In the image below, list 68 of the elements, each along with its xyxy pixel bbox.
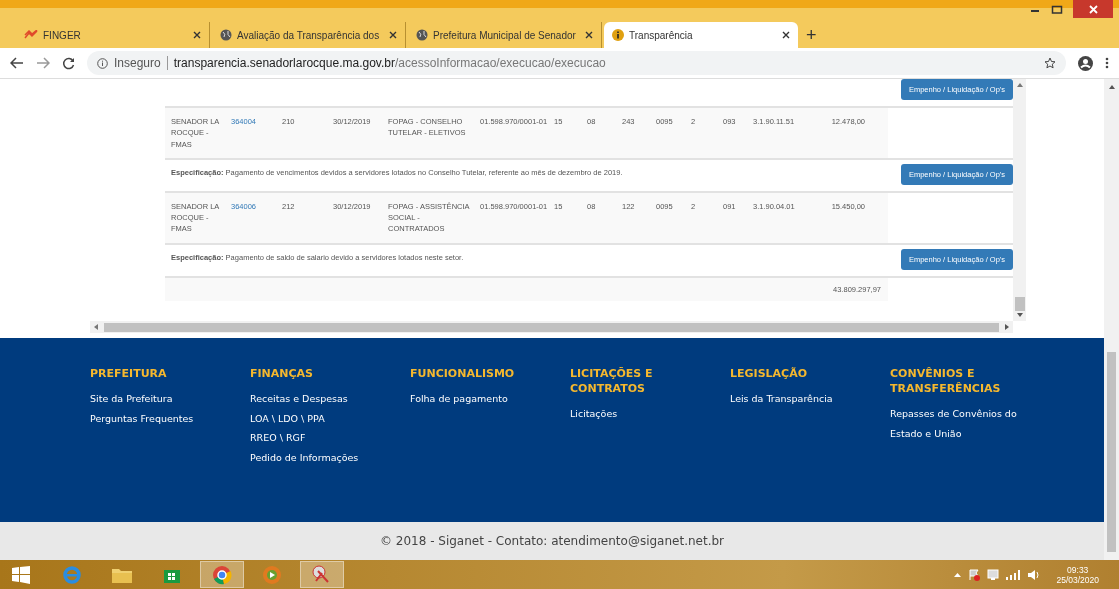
footer-link[interactable]: Licitações [570, 404, 710, 424]
footer-link[interactable]: RREO \ RGF [250, 428, 390, 448]
footer-heading: PREFEITURA [90, 366, 168, 381]
close-icon[interactable] [389, 31, 397, 39]
footer-link[interactable]: Repasses de Convênios do Estado e União [890, 404, 1030, 443]
security-label: Inseguro [114, 56, 168, 70]
close-icon[interactable] [782, 31, 790, 39]
url-text: transparencia.senadorlarocque.ma.gov.br/acessoInformacao/execucao/execucao [173, 56, 606, 70]
footer-heading: LEGISLAÇÃO [730, 366, 809, 381]
clock-date: 25/03/2020 [1056, 574, 1099, 585]
footer-heading: FINANÇAS [250, 366, 315, 381]
scissors-icon [312, 564, 332, 585]
info-icon [97, 57, 108, 69]
forward-icon[interactable] [36, 57, 50, 69]
flag-icon[interactable] [968, 568, 981, 581]
windows-start-icon[interactable] [12, 565, 30, 584]
browser-tab[interactable]: Avaliação da Transparência dos [212, 22, 406, 48]
zigzag-logo-icon [24, 30, 38, 40]
scrollbar-thumb[interactable] [1014, 297, 1025, 311]
network-icon[interactable] [987, 568, 1000, 581]
arrow-up-icon[interactable] [1108, 85, 1115, 89]
reload-icon[interactable] [62, 56, 75, 70]
arrow-left-icon[interactable] [94, 324, 98, 330]
footer-link[interactable]: LOA \ LDO \ PPA [250, 408, 390, 428]
new-tab-button[interactable]: + [800, 22, 823, 48]
close-icon [1088, 4, 1098, 14]
browser-tab[interactable]: Prefeitura Municipal de Senador [408, 22, 602, 48]
browser-tab[interactable]: Transparência [604, 22, 798, 48]
arrow-right-icon[interactable] [1005, 324, 1009, 330]
arrow-up-icon[interactable] [1016, 83, 1023, 87]
footer-link[interactable]: Receitas e Despesas [250, 389, 390, 409]
close-icon[interactable] [193, 31, 201, 39]
signal-icon[interactable] [1006, 569, 1021, 580]
play-disc-icon [262, 564, 282, 585]
back-icon[interactable] [10, 57, 24, 69]
footer-heading: FUNCIONALISMO [410, 366, 516, 381]
scrollbar-thumb[interactable] [104, 322, 999, 332]
vertical-scrollbar[interactable] [1013, 79, 1026, 321]
globe-icon [220, 29, 232, 41]
address-bar[interactable]: Inseguro transparencia.senadorlarocque.ma.gov.br/acessoInformacao/execucao/execucao [87, 51, 1066, 75]
footer-link[interactable]: Folha de pagamento [410, 389, 550, 409]
footer-link[interactable]: Leis da Transparência [730, 389, 870, 409]
chrome-icon [212, 564, 232, 585]
copyright-text: © 2018 - Siganet - Contato: atendimento@siganet.net.br [380, 534, 724, 548]
globe-icon [416, 29, 428, 41]
footer-heading: CONVÊNIOS E TRANSFERÊNCIAS [890, 366, 1002, 396]
taskbar-app-button[interactable] [200, 561, 244, 588]
info-icon [612, 29, 624, 41]
scrollbar-thumb[interactable] [1107, 352, 1116, 552]
chevron-up-icon[interactable] [954, 572, 962, 577]
maximize-icon[interactable] [1051, 4, 1063, 14]
menu-icon[interactable] [1105, 57, 1109, 69]
taskbar-app-button[interactable] [300, 561, 344, 588]
browser-e-icon [62, 564, 82, 585]
footer-link[interactable]: Perguntas Frequentes [90, 408, 230, 428]
page-scrollbar[interactable] [1104, 79, 1119, 560]
arrow-down-icon[interactable] [1016, 313, 1023, 317]
star-icon[interactable] [1044, 57, 1056, 69]
footer-heading: LICITAÇÕES E CONTRATOS [570, 366, 654, 396]
account-icon[interactable] [1078, 55, 1093, 71]
close-icon[interactable] [585, 31, 593, 39]
footer-link[interactable]: Pedido de Informações [250, 447, 390, 467]
close-button[interactable] [1073, 0, 1113, 18]
clock-time: 09:33 [1067, 564, 1089, 575]
browser-tab[interactable]: FINGER [16, 22, 210, 48]
horizontal-scrollbar[interactable] [90, 321, 1013, 333]
speaker-icon[interactable] [1027, 568, 1042, 581]
footer-link[interactable]: Site da Prefeitura [90, 389, 230, 409]
